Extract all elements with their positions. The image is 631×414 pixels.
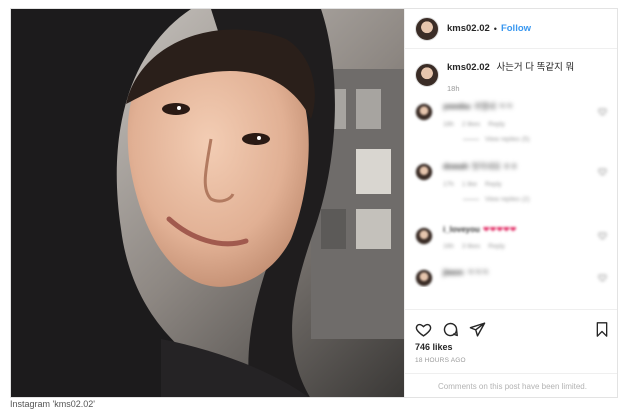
heart-icon[interactable] (415, 321, 432, 338)
comment-heart-icon[interactable] (598, 273, 607, 282)
commenter-username[interactable]: i_loveyou (443, 225, 480, 234)
comment-time: 18h (443, 121, 454, 128)
comment-text: 멋지네요 ㅎㅎ (471, 162, 518, 171)
separator-dot: • (493, 23, 497, 34)
post-caption: kms02.02 사는거 다 똑같지 뭐 18h (405, 49, 617, 97)
commenter-username[interactable]: jiwon (443, 268, 463, 277)
bookmark-icon[interactable] (594, 321, 610, 338)
comment-text: ㅋㅋㅋ (466, 268, 489, 277)
post-sidebar: kms02.02 • Follow kms02.02 사는거 다 똑같지 뭐 1… (404, 9, 617, 397)
comment-heart-icon[interactable] (598, 107, 607, 116)
comment-text: 귀엽네 ㅋㅋ (473, 102, 513, 111)
commenter-username[interactable]: yeeebu (443, 102, 471, 111)
image-credit: Instagram 'kms02.02' (10, 399, 95, 409)
commenter-username[interactable]: dowah (443, 162, 468, 171)
comment-heart-icon[interactable] (598, 167, 607, 176)
caption-avatar[interactable] (415, 63, 439, 87)
caption-username[interactable]: kms02.02 (447, 62, 490, 73)
comments-limited-notice: Comments on this post have been limited. (405, 373, 617, 397)
comment-item: dowah 멋지네요 ㅎㅎ 17h 1 like Reply View replies… (415, 161, 609, 225)
comment-item: yeeebu 귀엽네 ㅋㅋ 18h 2 likes Reply View replie… (415, 101, 609, 161)
comment-time: 16h (443, 243, 454, 250)
caption-text: 사는거 다 똑같지 뭐 (496, 62, 575, 73)
share-icon[interactable] (469, 321, 486, 338)
caption-time: 18h (447, 84, 460, 93)
instagram-post: kms02.02 • Follow kms02.02 사는거 다 똑같지 뭐 1… (10, 8, 618, 398)
comment-item: i_loveyou ❤❤❤❤❤ 16h 3 likes Reply (415, 225, 609, 267)
reply-button[interactable]: Reply (485, 181, 502, 188)
post-header: kms02.02 • Follow (405, 9, 617, 49)
commenter-avatar[interactable] (415, 227, 433, 245)
follow-button[interactable]: Follow (501, 23, 531, 34)
header-username[interactable]: kms02.02 (447, 23, 490, 34)
post-photo[interactable] (11, 9, 404, 397)
view-replies-link[interactable]: View replies (5) (463, 136, 583, 143)
comment-icon[interactable] (442, 321, 459, 338)
avatar[interactable] (415, 16, 439, 41)
post-timestamp: 18 HOURS AGO (415, 357, 466, 364)
comment-item: jiwon ㅋㅋㅋ (415, 267, 609, 287)
reply-button[interactable]: Reply (488, 243, 505, 250)
comment-likes[interactable]: 1 like (462, 181, 477, 188)
selfie-image (11, 9, 404, 397)
comment-likes[interactable]: 3 likes (462, 243, 480, 250)
comment-time: 17h (443, 181, 454, 188)
like-count[interactable]: 746 likes (405, 340, 617, 352)
commenter-avatar[interactable] (415, 103, 433, 121)
comment-text: ❤❤❤❤❤ (482, 225, 517, 234)
view-replies-link[interactable]: View replies (2) (463, 196, 583, 203)
commenter-avatar[interactable] (415, 163, 433, 181)
post-actions: 746 likes 18 HOURS AGO Comments on this … (405, 309, 617, 397)
comment-list: yeeebu 귀엽네 ㅋㅋ 18h 2 likes Reply View replie… (405, 97, 617, 287)
comment-heart-icon[interactable] (598, 231, 607, 240)
reply-button[interactable]: Reply (488, 121, 505, 128)
commenter-avatar[interactable] (415, 269, 433, 287)
comment-likes[interactable]: 2 likes (462, 121, 480, 128)
